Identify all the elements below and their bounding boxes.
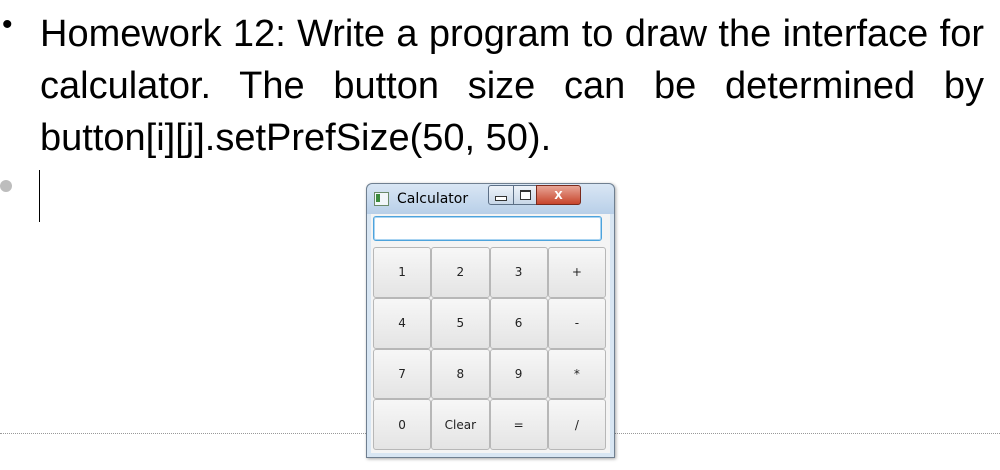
key-equals[interactable]: = <box>489 399 548 450</box>
maximize-button[interactable] <box>513 185 537 205</box>
key-9[interactable]: 9 <box>489 348 548 400</box>
key-plus[interactable]: + <box>547 247 606 298</box>
text-cursor[interactable] <box>39 170 40 222</box>
key-multiply[interactable]: * <box>547 348 606 400</box>
window-title: Calculator <box>397 191 469 207</box>
key-7[interactable]: 7 <box>373 348 432 400</box>
bullet-icon: • <box>2 8 13 41</box>
calculator-window: Calculator X 1 2 3 + 4 5 6 - 7 8 9 * 0 C… <box>366 183 615 458</box>
minimize-icon <box>495 195 507 201</box>
key-minus[interactable]: - <box>547 297 606 349</box>
close-button[interactable]: X <box>536 185 581 205</box>
keypad: 1 2 3 + 4 5 6 - 7 8 9 * 0 Clear = / <box>373 247 606 450</box>
key-clear[interactable]: Clear <box>431 399 490 450</box>
app-icon[interactable] <box>374 192 389 206</box>
empty-bullet-icon <box>0 180 12 192</box>
key-8[interactable]: 8 <box>431 348 490 400</box>
key-1[interactable]: 1 <box>373 247 432 298</box>
minimize-button[interactable] <box>488 185 514 205</box>
key-0[interactable]: 0 <box>373 399 432 450</box>
key-2[interactable]: 2 <box>431 247 490 298</box>
key-6[interactable]: 6 <box>489 297 548 349</box>
homework-text: Homework 12: Write a program to draw the… <box>40 13 984 159</box>
key-5[interactable]: 5 <box>431 297 490 349</box>
key-4[interactable]: 4 <box>373 297 432 349</box>
calculator-content: 1 2 3 + 4 5 6 - 7 8 9 * 0 Clear = / <box>371 214 610 453</box>
display-field[interactable] <box>373 216 602 241</box>
maximize-icon <box>519 190 531 200</box>
close-icon: X <box>554 188 563 202</box>
title-bar[interactable]: Calculator X <box>367 184 614 214</box>
key-divide[interactable]: / <box>547 399 606 450</box>
key-3[interactable]: 3 <box>489 247 548 298</box>
